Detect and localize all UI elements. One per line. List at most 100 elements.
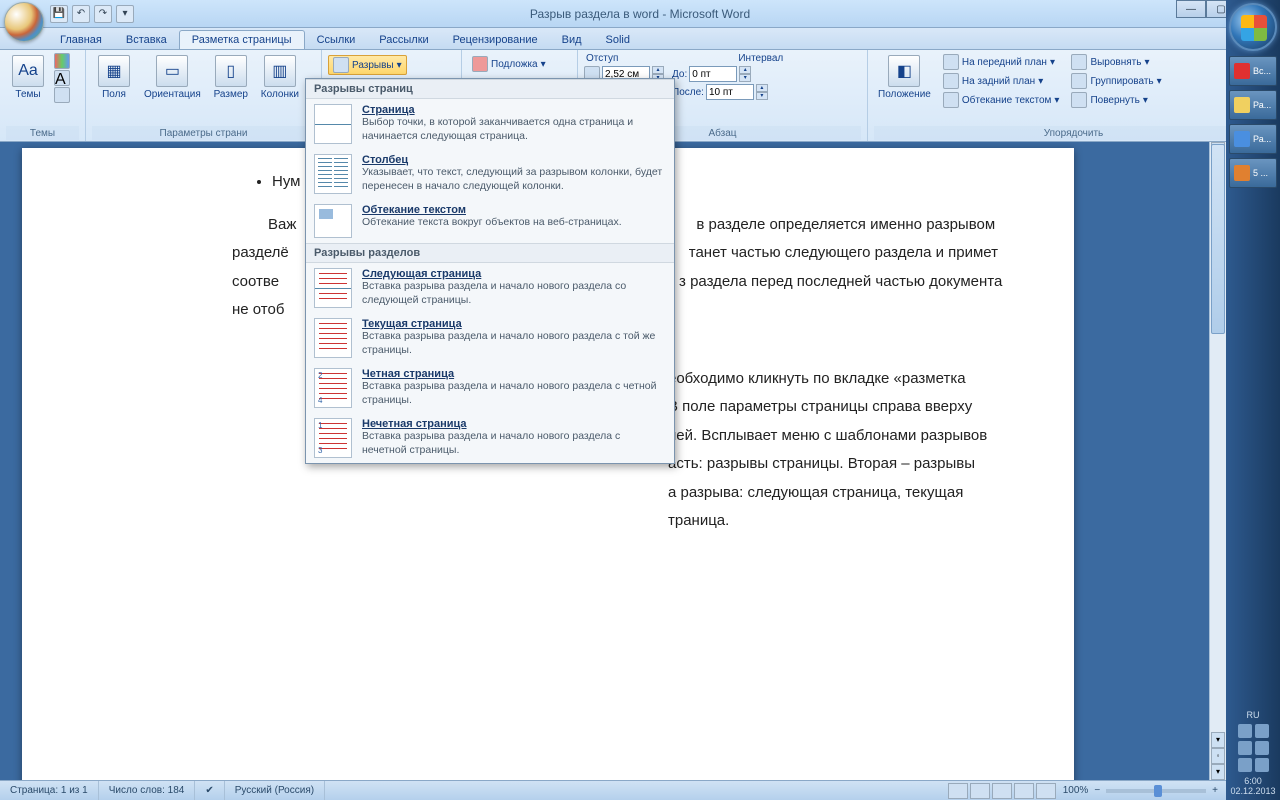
dd-item-odd-page[interactable]: 13 Нечетная страницаВставка разрыва разд… — [306, 413, 674, 463]
view-web-layout-icon[interactable] — [992, 783, 1012, 799]
theme-colors-icon[interactable] — [54, 53, 70, 69]
position-button[interactable]: ◧Положение — [874, 53, 935, 102]
page-break-icon — [314, 104, 352, 144]
tb-icon-3 — [1234, 165, 1250, 181]
tab-solid[interactable]: Solid — [594, 31, 642, 49]
dd-item-next-page[interactable]: Следующая страницаВставка разрыва раздел… — [306, 263, 674, 313]
qat-undo-icon[interactable]: ↶ — [72, 5, 90, 23]
zoom-in-button[interactable]: + — [1212, 785, 1218, 796]
zoom-out-button[interactable]: − — [1094, 785, 1100, 796]
taskbar-item-1[interactable]: Ра... — [1229, 90, 1277, 120]
qat-save-icon[interactable]: 💾 — [50, 5, 68, 23]
theme-effects-icon[interactable] — [54, 87, 70, 103]
columns-button[interactable]: ▥Колонки — [257, 53, 303, 102]
view-print-layout-icon[interactable] — [948, 783, 968, 799]
spacing-header: Интервал — [738, 53, 783, 64]
orientation-button[interactable]: ▭Ориентация — [140, 53, 205, 102]
doc-l6: В поле параметры страницы справа вверху — [668, 398, 972, 415]
tray-volume-icon[interactable] — [1238, 758, 1252, 772]
tray-date[interactable]: 02.12.2013 — [1230, 786, 1276, 796]
tb-icon-1 — [1234, 97, 1250, 113]
tray-icon-2[interactable] — [1255, 724, 1269, 738]
tb-icon-2 — [1234, 131, 1250, 147]
tab-home[interactable]: Главная — [48, 31, 114, 49]
titlebar: 💾 ↶ ↷ ▾ Разрыв раздела в word - Microsof… — [0, 0, 1280, 28]
doc-l2a: разделё — [232, 244, 289, 261]
theme-fonts-icon[interactable]: A — [54, 70, 70, 86]
dd-section-page-breaks: Разрывы страниц — [306, 79, 674, 99]
group-themes: Aa Темы A Темы — [0, 50, 86, 141]
align-icon — [1071, 54, 1087, 70]
watermark-button[interactable]: Подложка ▾ — [468, 55, 550, 73]
dd-section-break-sections: Разрывы разделов — [306, 243, 674, 263]
minimize-button[interactable]: — — [1176, 0, 1206, 18]
dd-item-even-page[interactable]: 24 Четная страницаВставка разрыва раздел… — [306, 363, 674, 413]
taskbar-item-3[interactable]: 5 ... — [1229, 158, 1277, 188]
view-draft-icon[interactable] — [1036, 783, 1056, 799]
bring-front-button[interactable]: На передний план ▾ — [939, 53, 1064, 71]
sb-proofing-icon[interactable]: ✔ — [195, 781, 224, 800]
size-label: Размер — [214, 89, 248, 100]
rotate-button[interactable]: Повернуть ▾ — [1067, 91, 1165, 109]
dd-item-continuous[interactable]: Текущая страницаВставка разрыва раздела … — [306, 313, 674, 363]
zoom-thumb[interactable] — [1154, 785, 1162, 797]
view-full-screen-icon[interactable] — [970, 783, 990, 799]
tab-review[interactable]: Рецензирование — [441, 31, 550, 49]
size-button[interactable]: ▯Размер — [209, 53, 253, 102]
front-icon — [943, 54, 959, 70]
doc-l8: асть: разрывы страницы. Вторая – разрывы — [668, 455, 975, 472]
qat-redo-icon[interactable]: ↷ — [94, 5, 112, 23]
spacing-before-input[interactable] — [689, 66, 737, 82]
zoom-percent[interactable]: 100% — [1057, 785, 1095, 796]
prev-page-icon[interactable]: ◦ — [1211, 748, 1225, 764]
sb-language[interactable]: Русский (Россия) — [225, 781, 325, 800]
window-title: Разрыв раздела в word - Microsoft Word — [530, 7, 750, 21]
qat-customize-icon[interactable]: ▾ — [116, 5, 134, 23]
tab-view[interactable]: Вид — [550, 31, 594, 49]
tab-page-layout[interactable]: Разметка страницы — [179, 30, 305, 49]
next-page-icon[interactable]: ▾ — [1211, 764, 1225, 780]
breaks-button[interactable]: Разрывы ▾ — [328, 55, 407, 75]
dd-col-desc: Указывает, что текст, следующий за разры… — [362, 166, 666, 193]
scroll-down-arrow[interactable]: ▾ — [1211, 732, 1225, 748]
sb-page[interactable]: Страница: 1 из 1 — [0, 781, 99, 800]
even-page-break-icon: 24 — [314, 368, 352, 408]
back-icon — [943, 73, 959, 89]
dd-cont-title: Текущая страница — [362, 318, 666, 330]
sb-words[interactable]: Число слов: 184 — [99, 781, 196, 800]
margins-button[interactable]: ▦Поля — [92, 53, 136, 102]
tab-insert[interactable]: Вставка — [114, 31, 179, 49]
tray-icon-4[interactable] — [1255, 741, 1269, 755]
column-break-icon — [314, 154, 352, 194]
tray-time[interactable]: 6:00 — [1230, 776, 1276, 786]
doc-l2b: танет частью следующего раздела и примет — [689, 244, 998, 261]
send-back-button[interactable]: На задний план ▾ — [939, 72, 1064, 90]
dd-item-text-wrap[interactable]: Обтекание текстомОбтекание текста вокруг… — [306, 199, 674, 243]
scroll-thumb[interactable] — [1211, 144, 1225, 334]
spacing-after-input[interactable] — [706, 84, 754, 100]
group-arrange-label: Упорядочить — [874, 126, 1273, 140]
start-button[interactable] — [1229, 3, 1277, 51]
align-button[interactable]: Выровнять ▾ — [1067, 53, 1165, 71]
office-button[interactable] — [4, 2, 44, 42]
tab-mailings[interactable]: Рассылки — [367, 31, 440, 49]
tray-lang[interactable]: RU — [1230, 710, 1276, 720]
text-wrap-button[interactable]: Обтекание текстом ▾ — [939, 91, 1064, 109]
taskbar-item-2[interactable]: Ра... — [1229, 124, 1277, 154]
tray-network-icon[interactable] — [1255, 758, 1269, 772]
tray-icon-1[interactable] — [1238, 724, 1252, 738]
view-outline-icon[interactable] — [1014, 783, 1034, 799]
zoom-slider[interactable] — [1106, 789, 1206, 793]
taskbar-item-0[interactable]: Вс... — [1229, 56, 1277, 86]
tab-references[interactable]: Ссылки — [305, 31, 368, 49]
spacing-before-spinner[interactable]: До:▴▾ — [672, 66, 751, 82]
dd-item-column[interactable]: СтолбецУказывает, что текст, следующий з… — [306, 149, 674, 199]
align-label: Выровнять — [1090, 57, 1141, 68]
vertical-scrollbar[interactable]: ▴ ▾ ◦ ▾ — [1209, 142, 1226, 780]
dd-item-page[interactable]: СтраницаВыбор точки, в которой заканчива… — [306, 99, 674, 149]
tray-icon-3[interactable] — [1238, 741, 1252, 755]
themes-button[interactable]: Aa Темы — [6, 53, 50, 102]
tb-label-0: Вс... — [1253, 66, 1271, 76]
group-button[interactable]: Группировать ▾ — [1067, 72, 1165, 90]
spacing-after-spinner[interactable]: После:▴▾ — [672, 84, 768, 100]
